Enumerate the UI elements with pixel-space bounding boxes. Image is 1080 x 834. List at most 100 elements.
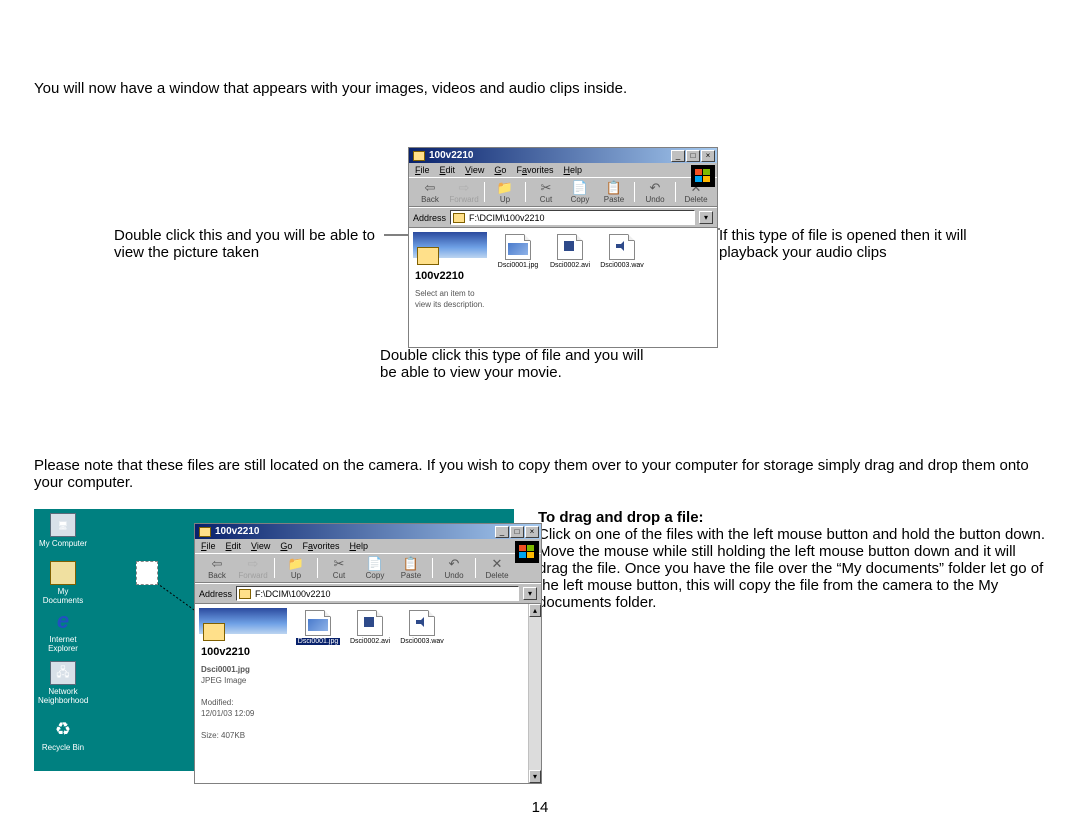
side-panel: 100v2210 Select an item to view its desc… bbox=[409, 228, 491, 347]
content-area: 100v2210 Select an item to view its desc… bbox=[409, 227, 717, 347]
file-avi[interactable]: Dsci0002.avi bbox=[547, 234, 593, 269]
panel-hint: Select an item to view its description. bbox=[413, 288, 487, 310]
menu-file[interactable]: File bbox=[415, 165, 430, 175]
callout-jpg: Double click this and you will be able t… bbox=[114, 227, 384, 261]
copy-button[interactable]: 📄Copy bbox=[357, 556, 393, 580]
callout-wav: If this type of file is opened then it w… bbox=[719, 227, 999, 261]
menu-favorites[interactable]: Favorites bbox=[302, 541, 339, 551]
dragged-file-ghost[interactable] bbox=[124, 561, 170, 587]
detail-filename: Dsci0001.jpg bbox=[201, 665, 250, 674]
desktop-network[interactable]: 🖧 Network Neighborhood bbox=[38, 661, 88, 705]
page-number: 14 bbox=[0, 799, 1080, 816]
desktop-screenshot: 🖥 My Computer My Documents e Internet Ex… bbox=[34, 509, 514, 771]
menubar: File Edit View Go Favorites Help bbox=[195, 539, 541, 553]
content-area: 100v2210 Dsci0001.jpg JPEG Image Modifie… bbox=[195, 603, 541, 783]
windows-logo-icon bbox=[515, 541, 539, 563]
scroll-up-button[interactable]: ▴ bbox=[529, 604, 541, 617]
folder-icon bbox=[239, 589, 251, 599]
minimize-button[interactable]: _ bbox=[495, 526, 509, 538]
recycle-icon: ♻ bbox=[50, 717, 76, 741]
scrollbar[interactable]: ▴ ▾ bbox=[528, 604, 541, 783]
ie-icon: e bbox=[50, 609, 76, 633]
file-wav[interactable]: Dsci0003.wav bbox=[399, 610, 445, 645]
back-button[interactable]: ⇦Back bbox=[413, 180, 447, 204]
menu-edit[interactable]: Edit bbox=[440, 165, 456, 175]
figure-1: Double click this and you will be able t… bbox=[34, 147, 1046, 437]
panel-title: 100v2210 bbox=[415, 270, 487, 282]
windows-logo-icon bbox=[691, 165, 715, 187]
forward-button[interactable]: ⇨Forward bbox=[235, 556, 271, 580]
drag-heading: To drag and drop a file: bbox=[538, 509, 704, 526]
undo-button[interactable]: ↶Undo bbox=[638, 180, 672, 204]
address-dropdown[interactable]: ▾ bbox=[699, 211, 713, 224]
desktop-my-documents[interactable]: My Documents bbox=[38, 561, 88, 605]
intro-text: You will now have a window that appears … bbox=[34, 80, 1046, 97]
minimize-button[interactable]: _ bbox=[671, 150, 685, 162]
note-text: Please note that these files are still l… bbox=[34, 457, 1046, 491]
file-wav[interactable]: Dsci0003.wav bbox=[599, 234, 645, 269]
toolbar: ⇦Back ⇨Forward 📁Up ✂Cut 📄Copy 📋Paste ↶Un… bbox=[195, 553, 541, 583]
detail-type: JPEG Image bbox=[201, 676, 246, 685]
paste-button[interactable]: 📋Paste bbox=[597, 180, 631, 204]
up-button[interactable]: 📁Up bbox=[278, 556, 314, 580]
folder-icon bbox=[199, 527, 211, 537]
file-list[interactable]: Dsci0001.jpg Dsci0002.avi Dsci0003.wav bbox=[291, 604, 541, 783]
titlebar[interactable]: 100v2210 _ □ × bbox=[195, 524, 541, 539]
file-jpg-selected[interactable]: Dsci0001.jpg bbox=[295, 610, 341, 645]
up-button[interactable]: 📁Up bbox=[488, 180, 522, 204]
delete-button[interactable]: ✕Delete bbox=[479, 556, 515, 580]
address-dropdown[interactable]: ▾ bbox=[523, 587, 537, 600]
menu-help[interactable]: Help bbox=[563, 165, 582, 175]
explorer-window-1: 100v2210 _ □ × File Edit View Go Favorit… bbox=[408, 147, 718, 348]
file-avi[interactable]: Dsci0002.avi bbox=[347, 610, 393, 645]
file-jpg[interactable]: Dsci0001.jpg bbox=[495, 234, 541, 269]
desktop-ie[interactable]: e Internet Explorer bbox=[38, 609, 88, 653]
menu-file[interactable]: File bbox=[201, 541, 216, 551]
scroll-down-button[interactable]: ▾ bbox=[529, 770, 541, 783]
folder-icon bbox=[413, 151, 425, 161]
titlebar[interactable]: 100v2210 _ □ × bbox=[409, 148, 717, 163]
folder-icon bbox=[417, 247, 439, 265]
computer-icon: 🖥 bbox=[50, 513, 76, 537]
copy-button[interactable]: 📄Copy bbox=[563, 180, 597, 204]
desktop-my-computer[interactable]: 🖥 My Computer bbox=[38, 513, 88, 548]
detail-modified-label: Modified: bbox=[201, 698, 233, 707]
menu-view[interactable]: View bbox=[465, 165, 484, 175]
menu-favorites[interactable]: Favorites bbox=[516, 165, 553, 175]
detail-modified: 12/01/03 12:09 bbox=[201, 709, 254, 718]
back-button[interactable]: ⇦Back bbox=[199, 556, 235, 580]
drag-body: Click on one of the files with the left … bbox=[538, 526, 1045, 611]
drag-instructions: To drag and drop a file: Click on one of… bbox=[538, 509, 1046, 611]
menu-view[interactable]: View bbox=[251, 541, 270, 551]
desktop-recycle[interactable]: ♻ Recycle Bin bbox=[38, 717, 88, 752]
menu-go[interactable]: Go bbox=[494, 165, 506, 175]
window-title: 100v2210 bbox=[215, 526, 260, 537]
maximize-button[interactable]: □ bbox=[510, 526, 524, 538]
address-field[interactable]: F:\DCIM\100v2210 bbox=[236, 586, 519, 601]
forward-button[interactable]: ⇨Forward bbox=[447, 180, 481, 204]
side-panel: 100v2210 Dsci0001.jpg JPEG Image Modifie… bbox=[195, 604, 291, 783]
menu-edit[interactable]: Edit bbox=[226, 541, 242, 551]
toolbar: ⇦Back ⇨Forward 📁Up ✂Cut 📄Copy 📋Paste ↶Un… bbox=[409, 177, 717, 207]
paste-button[interactable]: 📋Paste bbox=[393, 556, 429, 580]
folder-icon bbox=[50, 561, 76, 585]
folder-icon bbox=[453, 213, 465, 223]
menu-help[interactable]: Help bbox=[349, 541, 368, 551]
network-icon: 🖧 bbox=[50, 661, 76, 685]
callout-avi: Double click this type of file and you w… bbox=[380, 347, 660, 381]
maximize-button[interactable]: □ bbox=[686, 150, 700, 162]
file-icon bbox=[136, 561, 158, 585]
menubar: File Edit View Go Favorites Help bbox=[409, 163, 717, 177]
file-list[interactable]: Dsci0001.jpg Dsci0002.avi Dsci0003.wav bbox=[491, 228, 717, 347]
menu-go[interactable]: Go bbox=[280, 541, 292, 551]
cut-button[interactable]: ✂Cut bbox=[321, 556, 357, 580]
close-button[interactable]: × bbox=[525, 526, 539, 538]
close-button[interactable]: × bbox=[701, 150, 715, 162]
address-bar: Address F:\DCIM\100v2210 ▾ bbox=[195, 583, 541, 603]
undo-button[interactable]: ↶Undo bbox=[436, 556, 472, 580]
address-label: Address bbox=[199, 589, 232, 599]
address-field[interactable]: F:\DCIM\100v2210 bbox=[450, 210, 695, 225]
cut-button[interactable]: ✂Cut bbox=[529, 180, 563, 204]
address-label: Address bbox=[413, 213, 446, 223]
address-bar: Address F:\DCIM\100v2210 ▾ bbox=[409, 207, 717, 227]
